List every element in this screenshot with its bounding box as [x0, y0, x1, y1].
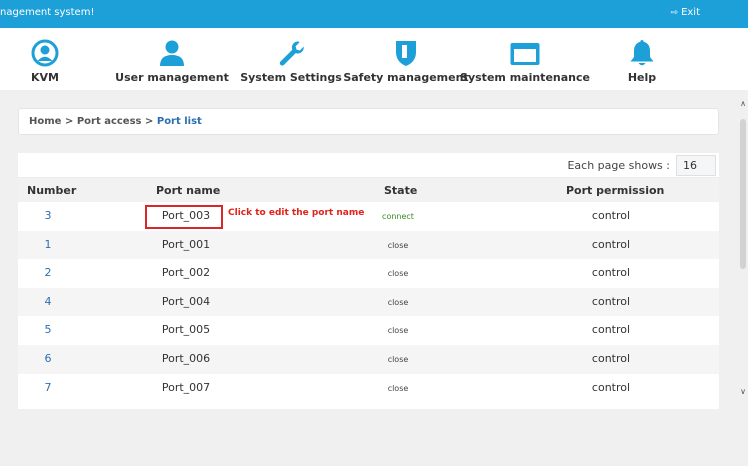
table-row: 7 Port_007 close control [18, 374, 719, 403]
breadcrumb-separator: > [144, 116, 154, 127]
nav-label: System Settings [240, 71, 342, 84]
table-row: 6 Port_006 close control [18, 345, 719, 374]
exit-icon: ⇨ [670, 7, 679, 18]
port-permission: control [591, 352, 631, 365]
port-number[interactable]: 6 [28, 352, 68, 365]
shield-icon [394, 39, 418, 67]
port-name[interactable]: Port_006 [146, 352, 226, 365]
port-name[interactable]: Port_007 [146, 381, 226, 394]
breadcrumb: Home > Port access > Port list [18, 108, 719, 135]
page-size-control: Each page shows : 16 [567, 155, 716, 176]
port-number[interactable]: 4 [28, 295, 68, 308]
welcome-text: nagement system! [0, 7, 95, 18]
port-permission: control [591, 209, 631, 222]
edit-port-name-annotation: Click to edit the port name [228, 208, 365, 218]
column-header-number[interactable]: Number [27, 184, 76, 197]
port-state: close [387, 326, 409, 336]
port-state: close [387, 240, 409, 250]
page-size-input[interactable]: 16 [676, 155, 716, 176]
port-permission: control [591, 266, 631, 280]
table-header: Number Port name State Port permission [18, 178, 719, 202]
monitor-icon [509, 39, 541, 67]
scrollbar-thumb[interactable] [740, 119, 746, 269]
table-row: 4 Port_004 close control [18, 287, 719, 317]
port-number[interactable]: 1 [28, 238, 68, 251]
port-permission: control [591, 323, 631, 337]
breadcrumb-home[interactable]: Home [29, 116, 61, 127]
table-row: 5 Port_005 close control [18, 316, 719, 345]
port-number[interactable]: 7 [28, 381, 68, 394]
table-row: 1 Port_001 close control [18, 230, 719, 260]
column-header-port-name[interactable]: Port name [156, 184, 220, 197]
nav-item-kvm[interactable]: KVM [20, 28, 70, 90]
port-permission: control [591, 237, 631, 251]
main-nav: KVM User management System Settings Safe… [0, 28, 748, 90]
nav-item-help[interactable]: Help [620, 28, 664, 90]
nav-item-safety-management[interactable]: Safety management [343, 28, 469, 90]
port-name[interactable]: Port_002 [146, 266, 226, 279]
table-row: 3 Port_003 connect control [18, 202, 719, 231]
page-size-label: Each page shows : [567, 159, 670, 172]
nav-label: Help [627, 71, 657, 84]
nav-item-system-settings[interactable]: System Settings [240, 28, 342, 90]
user-circle-icon [31, 39, 59, 67]
wrench-icon [277, 39, 305, 67]
breadcrumb-separator: > [64, 116, 74, 127]
nav-label: Safety management [343, 71, 469, 84]
port-list-panel: Each page shows : 16 Number Port name St… [18, 153, 719, 409]
column-header-permission[interactable]: Port permission [566, 184, 664, 197]
exit-label: Exit [681, 7, 700, 18]
port-state: close [387, 297, 409, 307]
nav-label: System maintenance [460, 71, 590, 84]
port-number[interactable]: 3 [28, 209, 68, 222]
scroll-down-icon[interactable]: ∨ [738, 387, 748, 397]
user-icon [159, 39, 185, 67]
port-name[interactable]: Port_005 [146, 323, 226, 336]
port-name-highlight [145, 205, 223, 229]
port-name[interactable]: Port_001 [146, 238, 226, 251]
nav-label: KVM [31, 71, 59, 84]
port-state: close [387, 383, 409, 393]
breadcrumb-current: Port list [156, 116, 202, 127]
port-number[interactable]: 5 [28, 323, 68, 336]
port-permission: control [591, 380, 631, 394]
nav-item-user-management[interactable]: User management [115, 28, 229, 90]
breadcrumb-port-access[interactable]: Port access [77, 116, 142, 127]
exit-button[interactable]: ⇨ Exit [671, 7, 700, 18]
nav-item-system-maintenance[interactable]: System maintenance [460, 28, 590, 90]
port-name[interactable]: Port_004 [146, 295, 226, 308]
table-row: 2 Port_002 close control [18, 259, 719, 288]
top-bar: nagement system! ⇨ Exit [0, 0, 748, 28]
port-permission: control [591, 294, 631, 308]
nav-label: User management [115, 71, 229, 84]
port-number[interactable]: 2 [28, 266, 68, 279]
port-state: close [387, 269, 409, 279]
port-state: close [387, 355, 409, 364]
column-header-state[interactable]: State [384, 184, 417, 197]
scroll-up-icon[interactable]: ∧ [738, 99, 748, 109]
panel-header: Each page shows : 16 [18, 153, 719, 178]
bell-icon [629, 39, 655, 67]
page-scrollbar[interactable]: ∧ ∨ [738, 95, 748, 405]
